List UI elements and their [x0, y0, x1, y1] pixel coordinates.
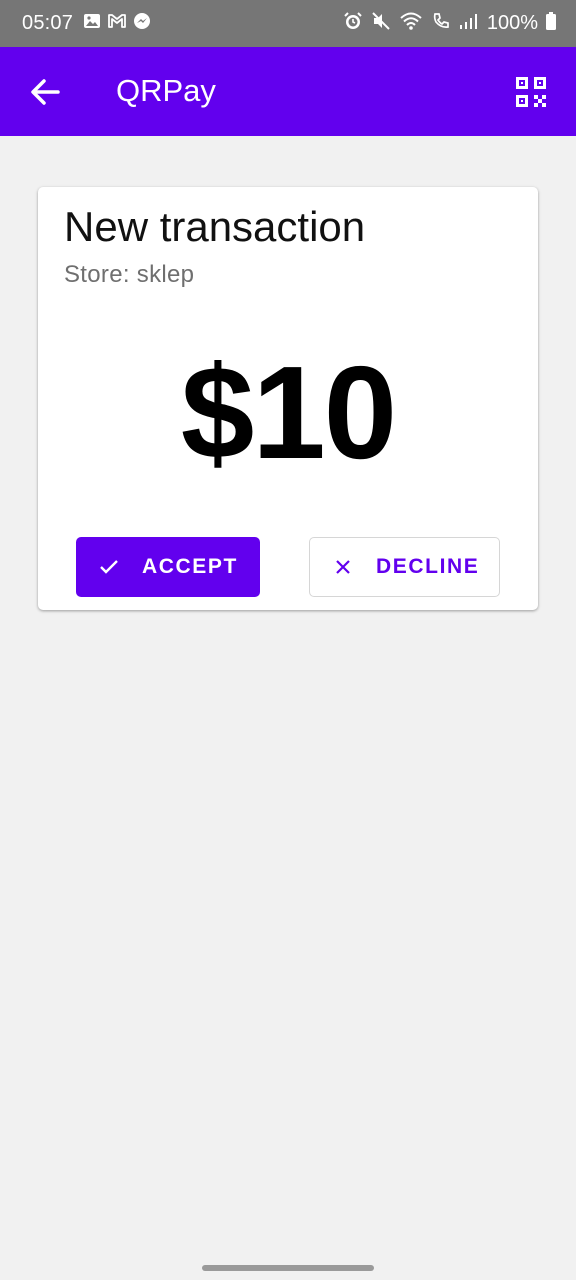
battery-percent: 100% [486, 12, 538, 34]
transaction-amount: $10 [180, 339, 397, 486]
back-button[interactable] [28, 77, 62, 107]
qr-scan-button[interactable] [514, 75, 548, 109]
navigation-bar [0, 1256, 576, 1280]
transaction-title: New transaction [64, 203, 366, 250]
status-time: 05:07 [22, 12, 74, 34]
gallery-icon [83, 12, 101, 35]
notification-icons [83, 12, 151, 35]
status-bar: 05:07 100% [0, 0, 576, 47]
messenger-icon [133, 12, 151, 35]
check-icon [98, 556, 120, 578]
battery-icon [546, 12, 556, 35]
decline-label: DECLINE [376, 555, 480, 578]
app-title: QRPay [116, 73, 216, 108]
gmail-icon [108, 13, 126, 34]
alarm-icon [343, 11, 363, 36]
close-icon [332, 556, 354, 578]
qr-code-icon [516, 77, 546, 107]
accept-label: ACCEPT [142, 555, 238, 578]
wifi-icon [399, 11, 423, 36]
store-label: Store: sklep [64, 261, 195, 288]
decline-button[interactable]: DECLINE [309, 537, 500, 597]
app-bar: QRPay [0, 47, 576, 136]
arrow-back-icon [31, 79, 60, 105]
call-icon [431, 11, 451, 36]
accept-button[interactable]: ACCEPT [76, 537, 260, 597]
status-right-group: 100% [343, 11, 556, 36]
transaction-card: New transaction Store: sklep $10 ACCEPT … [38, 187, 538, 610]
mute-icon [371, 11, 391, 36]
home-gesture-handle[interactable] [202, 1265, 374, 1271]
signal-icon [459, 12, 479, 35]
